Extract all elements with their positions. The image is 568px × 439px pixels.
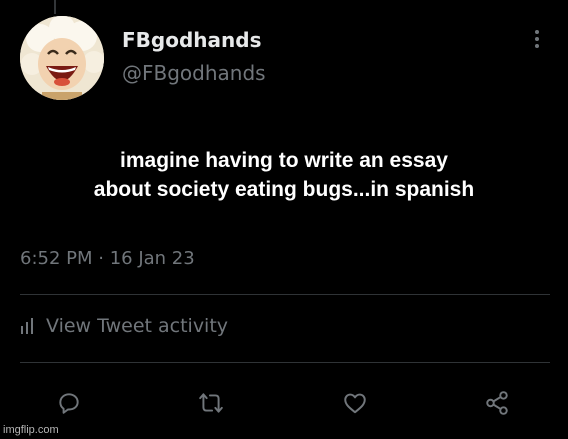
- user-handle[interactable]: @FBgodhands: [122, 61, 266, 85]
- more-options-icon[interactable]: [534, 30, 540, 52]
- avatar[interactable]: [20, 16, 104, 100]
- thread-line: [54, 0, 56, 14]
- retweet-icon: [199, 393, 223, 413]
- tweet-text-line-1: imagine having to write an essay: [120, 149, 448, 172]
- avatar-image: [20, 16, 104, 100]
- tweet-text: imagine having to write an essay about s…: [0, 146, 568, 204]
- reply-icon: [59, 393, 79, 414]
- reply-button[interactable]: [52, 386, 86, 420]
- activity-label: View Tweet activity: [46, 315, 229, 337]
- view-tweet-activity-link[interactable]: View Tweet activity: [20, 315, 228, 337]
- tweet-text-line-2: about society eating bugs...in spanish: [93, 178, 475, 201]
- retweet-button[interactable]: [194, 386, 228, 420]
- tweet-timestamp[interactable]: 6:52 PM · 16 Jan 23: [20, 248, 195, 269]
- like-button[interactable]: [338, 386, 372, 420]
- heart-icon: [344, 393, 366, 414]
- display-name[interactable]: FBgodhands: [122, 28, 261, 52]
- watermark: imgflip.com: [3, 424, 59, 436]
- divider-bottom: [20, 362, 550, 363]
- divider-top: [20, 294, 550, 295]
- share-icon: [486, 391, 508, 415]
- share-button[interactable]: [480, 386, 514, 420]
- bar-chart-icon: [21, 318, 33, 334]
